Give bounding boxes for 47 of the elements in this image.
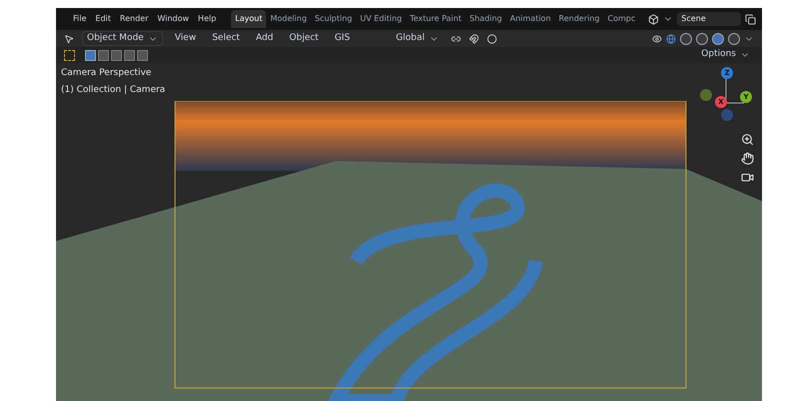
menu-item[interactable]: File [73,13,86,25]
workspace-tab[interactable]: Animation [506,10,555,28]
link-icon[interactable] [450,34,461,44]
header-menu-item[interactable]: Select [208,32,244,46]
viewport-subtitle: (1) Collection | Camera [61,84,166,96]
workspace-tab[interactable]: Layout [231,10,266,28]
axis-negative-y-icon[interactable] [700,89,712,101]
workspace-tab[interactable]: Modeling [266,10,311,28]
orientation-dropdown[interactable]: Global [392,32,443,46]
mode-dropdown[interactable]: Object Mode [82,30,163,46]
shading-button[interactable] [696,32,708,44]
workspace-tab[interactable]: Shading [465,10,506,28]
workspace-tab[interactable]: Compc [604,10,640,28]
options-button[interactable]: Options [697,48,754,62]
menu-item[interactable]: Render [120,13,148,25]
scene-field[interactable]: Scene [677,12,742,26]
header-menu-item[interactable]: GIS [330,32,354,46]
select-mode-button[interactable] [137,50,148,60]
header-menu-item[interactable]: Add [252,32,278,46]
shading-button[interactable] [728,32,740,44]
scene-icon[interactable] [648,14,660,24]
select-tool-icon[interactable] [64,50,75,60]
workspace-tab[interactable]: UV Editing [356,10,406,28]
menu-item[interactable]: Help [198,13,216,25]
circle-icon[interactable] [486,34,497,44]
hand-icon[interactable] [741,152,754,165]
select-mode-button[interactable] [124,50,135,60]
globe-icon[interactable] [666,34,676,44]
select-mode-button[interactable] [85,50,96,60]
camera-icon[interactable] [741,171,754,184]
select-mode-button[interactable] [98,50,109,60]
eye-icon[interactable] [652,34,662,44]
zoom-icon[interactable] [741,133,754,146]
header-menu-item[interactable]: Object [285,32,323,46]
header-menu-item[interactable]: View [170,32,200,46]
copy-icon[interactable] [745,14,756,24]
workspace-tab[interactable]: Sculpting [310,10,356,28]
magnet-icon[interactable] [468,34,479,44]
editor-type-icon[interactable] [64,34,74,44]
select-mode-button[interactable] [111,50,122,60]
workspace-tab[interactable]: Rendering [554,10,604,28]
workspace-tab[interactable]: Texture Paint [406,10,466,28]
shading-button[interactable] [680,32,692,44]
shading-button[interactable] [712,32,724,44]
menu-item[interactable]: Edit [95,13,111,25]
menu-item[interactable]: Window [157,13,189,25]
viewport-title: Camera Perspective [61,67,152,80]
